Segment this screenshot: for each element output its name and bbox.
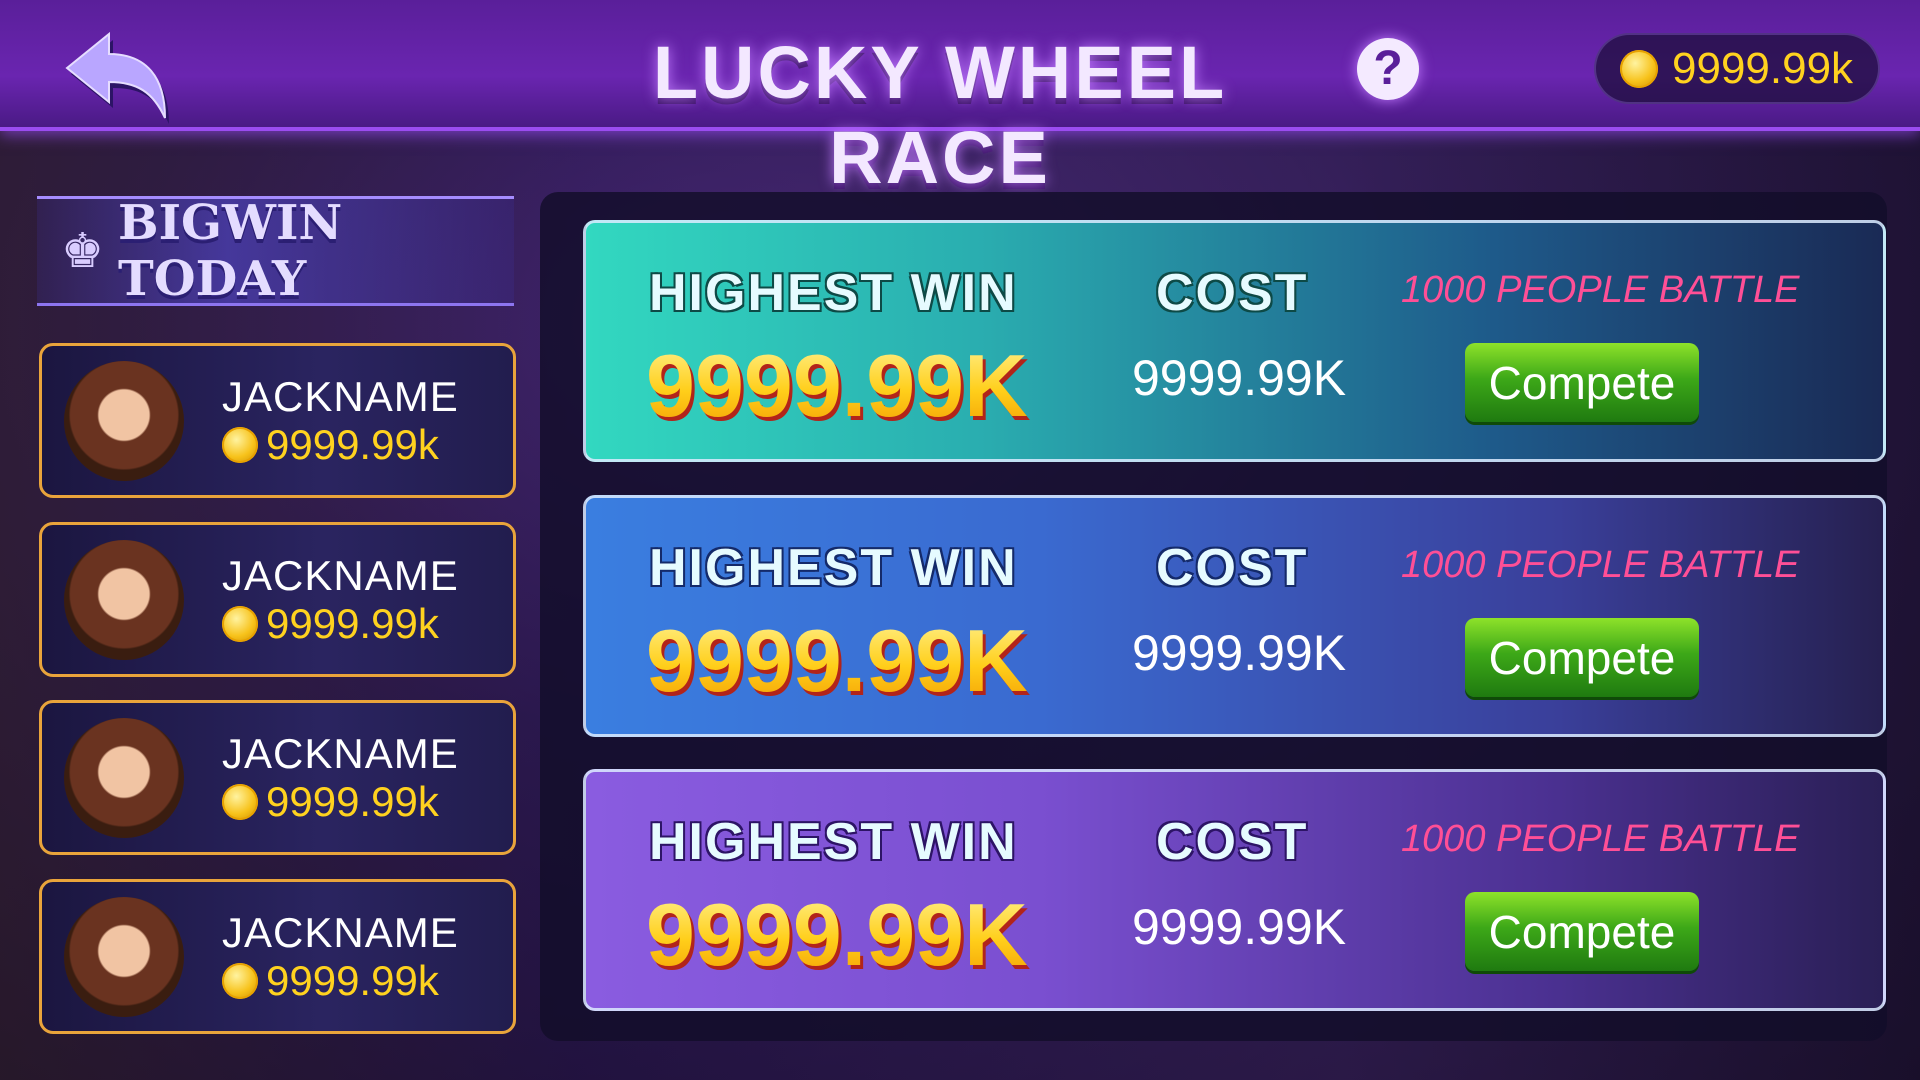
player-name: JACKNAME: [222, 729, 459, 777]
cost-label: COST: [1156, 539, 1309, 597]
page-title: LUCKY WHEEL RACE: [652, 31, 1228, 199]
cost-value: 9999.99K: [1132, 350, 1347, 406]
avatar: [64, 539, 184, 660]
player-amount: 9999.99k: [266, 956, 439, 1004]
highest-win-value: 9999.99K: [646, 611, 1028, 710]
highest-win-label: HIGHEST WIN: [649, 539, 1018, 597]
balance-value: 9999.99k: [1672, 43, 1854, 93]
cost-label: COST: [1156, 264, 1309, 322]
player-name: JACKNAME: [222, 551, 459, 599]
back-button[interactable]: [61, 28, 173, 124]
race-card: HIGHEST WIN COST 1000 PEOPLE BATTLE 9999…: [583, 495, 1886, 737]
compete-button[interactable]: Compete: [1465, 892, 1699, 971]
player-amount: 9999.99k: [266, 420, 439, 468]
avatar: [64, 717, 184, 838]
highest-win-value: 9999.99K: [646, 336, 1028, 435]
player-name: JACKNAME: [222, 908, 459, 956]
help-button[interactable]: ?: [1357, 38, 1419, 100]
player-card: JACKNAME 9999.99k: [39, 343, 516, 498]
compete-button[interactable]: Compete: [1465, 618, 1699, 697]
cost-label: COST: [1156, 813, 1309, 871]
highest-win-label: HIGHEST WIN: [649, 813, 1018, 871]
player-amount: 9999.99k: [266, 599, 439, 647]
coin-balance: 9999.99k: [1594, 33, 1880, 104]
race-card: HIGHEST WIN COST 1000 PEOPLE BATTLE 9999…: [583, 220, 1886, 462]
compete-button[interactable]: Compete: [1465, 343, 1699, 422]
highest-win-label: HIGHEST WIN: [649, 264, 1018, 322]
cost-value: 9999.99K: [1132, 899, 1347, 955]
bigwin-header: ♚ BIGWIN TODAY: [37, 195, 514, 307]
player-card: JACKNAME 9999.99k: [39, 700, 516, 855]
player-name: JACKNAME: [222, 372, 459, 420]
coin-icon: [222, 605, 258, 642]
coin-icon: [222, 426, 258, 463]
highest-win-value: 9999.99K: [646, 885, 1028, 984]
player-amount: 9999.99k: [266, 777, 439, 825]
coin-icon: [222, 783, 258, 820]
top-bar: LUCKY WHEEL RACE ? 9999.99k: [0, 0, 1920, 199]
cost-value: 9999.99K: [1132, 625, 1347, 681]
player-card: JACKNAME 9999.99k: [39, 522, 516, 677]
avatar: [64, 896, 184, 1017]
race-card: HIGHEST WIN COST 1000 PEOPLE BATTLE 9999…: [583, 769, 1886, 1011]
avatar: [64, 360, 184, 481]
bigwin-title: BIGWIN TODAY: [118, 195, 343, 307]
player-card: JACKNAME 9999.99k: [39, 879, 516, 1034]
battle-size: 1000 PEOPLE BATTLE: [1401, 818, 1800, 860]
back-arrow-icon: [65, 31, 169, 124]
battle-size: 1000 PEOPLE BATTLE: [1401, 269, 1800, 311]
crown-icon: ♚: [61, 225, 105, 278]
coin-icon: [222, 962, 258, 999]
battle-size: 1000 PEOPLE BATTLE: [1401, 544, 1800, 586]
coin-icon: [1620, 49, 1658, 88]
